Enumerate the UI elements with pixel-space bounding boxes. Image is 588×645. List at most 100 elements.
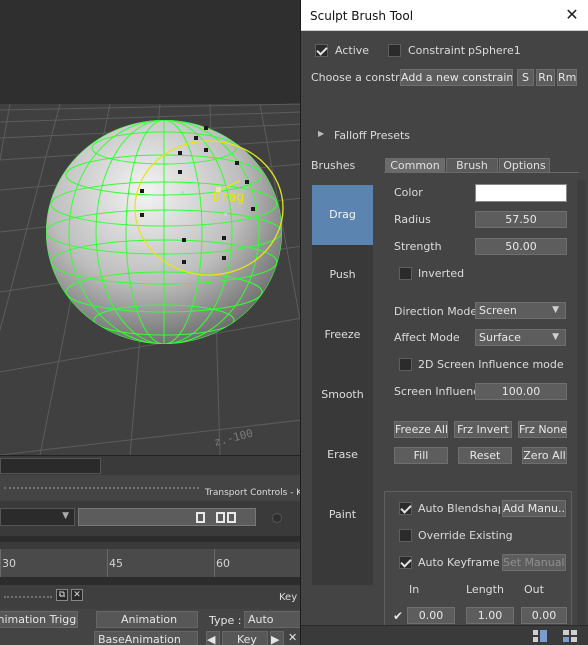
out-field[interactable]: 0.00 <box>521 607 567 624</box>
brush-item-drag[interactable]: Drag <box>312 185 373 245</box>
length-field[interactable]: 1.00 <box>466 607 514 624</box>
auto-keyframe-checkbox[interactable] <box>399 556 412 569</box>
s-button[interactable]: S <box>517 69 534 86</box>
auto-blendshape-checkbox[interactable] <box>399 502 412 515</box>
dialog-titlebar[interactable]: Sculpt Brush Tool ✕ <box>301 0 588 31</box>
constraint-target: pSphere1 <box>468 44 521 57</box>
choose-constraint-label: Choose a constrai <box>311 71 410 84</box>
layout-icon[interactable] <box>533 630 547 642</box>
check-icon: ✔ <box>393 609 404 623</box>
ruler-label: 30 <box>2 557 16 570</box>
base-animation-dropdown[interactable]: BaseAnimation <box>94 631 198 645</box>
animation-trigger-field[interactable]: Animation Trigger <box>0 611 78 628</box>
ruler-scrollbar[interactable] <box>0 577 302 585</box>
key-button[interactable]: Key <box>222 631 268 645</box>
falloff-presets-label[interactable]: Falloff Presets <box>334 129 410 142</box>
viewport[interactable]: Drag z.-100 <box>0 0 302 455</box>
type-label: Type : <box>209 614 242 627</box>
ruler-tick <box>0 549 1 577</box>
key-controls-strip: ⧉ ✕ Key Cont <box>0 585 324 609</box>
strength-label: Strength <box>394 240 442 253</box>
transport-strip: Transport Controls - K <box>0 475 302 501</box>
ruler-tick <box>214 549 215 577</box>
affect-mode-value: Surface <box>479 331 521 344</box>
override-existing-checkbox[interactable] <box>399 529 412 542</box>
dialog-scrollbar[interactable] <box>577 180 586 625</box>
drag-handle[interactable] <box>4 596 52 598</box>
color-label: Color <box>394 186 423 199</box>
direction-mode-label: Direction Mode <box>394 305 478 318</box>
prev-key-icon[interactable]: ◀ <box>206 631 220 645</box>
viewport-scene: Drag z.-100 <box>0 103 302 455</box>
brush-item-smooth[interactable]: Smooth <box>312 365 373 425</box>
brush-item-erase[interactable]: Erase <box>312 425 373 485</box>
close-panel-icon[interactable]: ✕ <box>71 589 83 601</box>
range-slider[interactable] <box>78 508 256 526</box>
drag-label: Drag <box>213 190 244 205</box>
current-time-field[interactable] <box>0 458 101 474</box>
frz-none-button[interactable]: Frz None <box>518 421 567 438</box>
time-ruler[interactable]: 30 45 60 <box>0 549 302 577</box>
tab-options[interactable]: Options <box>499 158 550 173</box>
frz-invert-button[interactable]: Frz Invert <box>454 421 512 438</box>
constraint-label: Constraint <box>408 44 466 57</box>
screen-influence-label: Screen Influence <box>394 385 486 398</box>
transport-controls-label: Transport Controls - K <box>205 488 303 498</box>
out-label: Out <box>524 583 544 596</box>
affect-mode-dropdown[interactable]: Surface ▼ <box>475 329 566 346</box>
brush-item-paint[interactable]: Paint <box>312 485 373 545</box>
freeze-all-button[interactable]: Freeze All <box>394 421 448 438</box>
dialog-bottom-bar <box>301 625 588 645</box>
affect-mode-label: Affect Mode <box>394 331 460 344</box>
brush-item-freeze[interactable]: Freeze <box>312 305 373 365</box>
inverted-label: Inverted <box>418 267 465 280</box>
screen-influence-mode-checkbox[interactable] <box>399 358 412 371</box>
inverted-checkbox[interactable] <box>399 267 412 280</box>
tab-common[interactable]: Common <box>385 158 445 173</box>
drag-handle[interactable] <box>4 487 199 489</box>
active-checkbox[interactable] <box>315 44 328 57</box>
fill-button[interactable]: Fill <box>394 447 448 464</box>
direction-mode-dropdown[interactable]: Screen ▼ <box>475 302 566 319</box>
grid-layout-icon[interactable] <box>563 630 577 642</box>
float-window-icon[interactable]: ⧉ <box>56 589 68 601</box>
rm-button[interactable]: Rm <box>557 69 577 86</box>
close-icon[interactable]: ✕ <box>565 6 579 24</box>
screen-influence-field[interactable]: 100.00 <box>475 383 567 400</box>
brush-list: Drag Push Freeze Smooth Erase Paint <box>312 185 373 585</box>
animation-field[interactable]: Animation <box>96 611 198 628</box>
separator-bar <box>0 536 302 542</box>
brushes-label: Brushes <box>311 159 356 172</box>
screen-influence-mode-label: 2D Screen Influence mode <box>418 358 564 371</box>
range-start-handle[interactable] <box>196 512 205 523</box>
record-dot-icon[interactable] <box>272 513 282 523</box>
chevron-right-icon[interactable]: ▶ <box>318 129 324 138</box>
add-constraint-dropdown[interactable]: Add a new constraint <box>400 69 513 86</box>
auto-keyframe-label: Auto Keyframe <box>418 556 500 569</box>
range-dropdown[interactable]: ▼ <box>0 508 75 526</box>
separator-strip <box>0 531 302 549</box>
set-manually-button[interactable]: Set Manualy <box>502 554 566 571</box>
chevron-down-icon: ▼ <box>552 305 559 315</box>
length-label: Length <box>466 583 504 596</box>
next-key-icon[interactable]: ▶ <box>270 631 284 645</box>
chevron-down-icon: ▼ <box>552 332 559 342</box>
rn-button[interactable]: Rn <box>536 69 555 86</box>
tab-brush[interactable]: Brush <box>446 158 498 173</box>
range-end-handle[interactable] <box>227 512 236 523</box>
reset-button[interactable]: Reset <box>458 447 512 464</box>
type-dropdown[interactable]: Auto <box>244 611 302 628</box>
delete-key-icon[interactable]: ✕ <box>288 631 297 644</box>
zero-all-button[interactable]: Zero All <box>522 447 567 464</box>
animation-strip: Animation Trigger Animation Type : Auto … <box>0 609 302 645</box>
color-swatch[interactable] <box>475 184 567 202</box>
add-manual-button[interactable]: Add Manu... <box>502 500 566 517</box>
brush-item-push[interactable]: Push <box>312 245 373 305</box>
in-field[interactable]: 0.00 <box>407 607 455 624</box>
strength-field[interactable]: 50.00 <box>475 238 567 255</box>
radius-field[interactable]: 57.50 <box>475 211 567 228</box>
range-key-handle[interactable] <box>216 512 225 523</box>
in-label: In <box>409 583 420 596</box>
ruler-label: 45 <box>109 557 123 570</box>
constraint-checkbox[interactable] <box>388 44 401 57</box>
